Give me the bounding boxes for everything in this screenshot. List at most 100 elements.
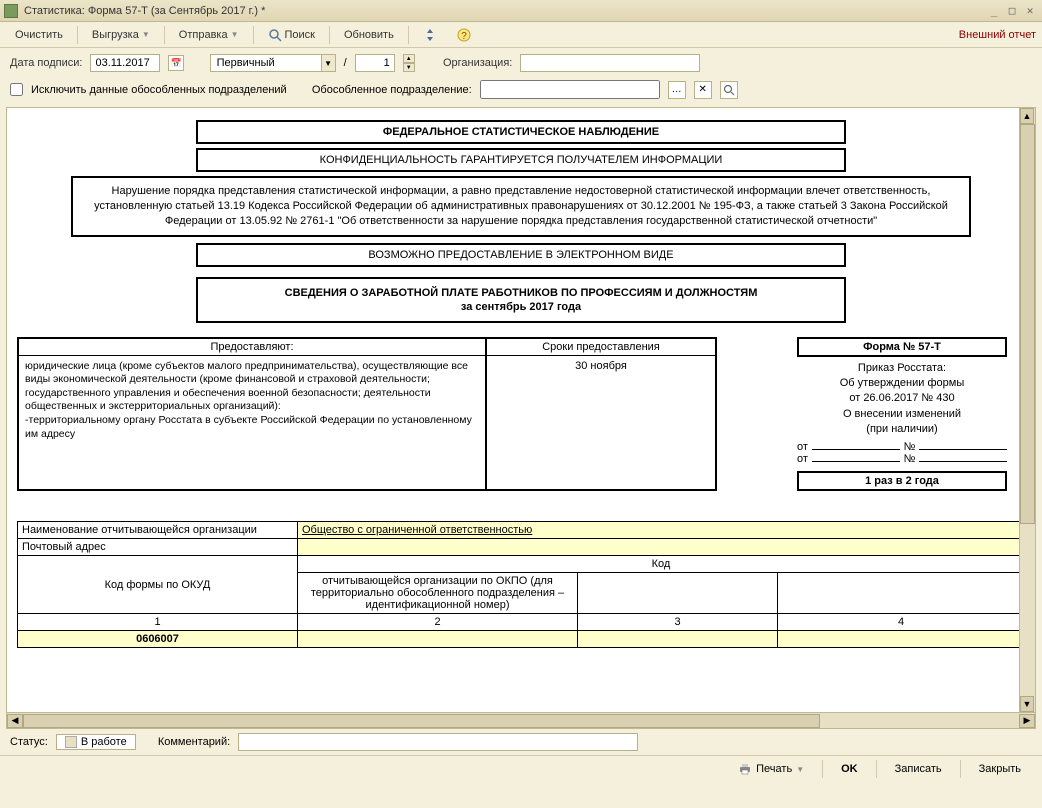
type-select[interactable]: Первичный ▼ [210, 54, 336, 72]
calendar-button[interactable]: 📅 [168, 55, 184, 71]
okud-value: 0606007 [18, 631, 298, 648]
toolbar: Очистить Выгрузка▼ Отправка▼ Поиск Обнов… [0, 22, 1042, 48]
title-box: СВЕДЕНИЯ О ЗАРАБОТНОЙ ПЛАТЕ РАБОТНИКОВ П… [196, 277, 846, 323]
org-label: Организация: [443, 57, 512, 69]
status-value: В работе [81, 736, 127, 748]
titlebar: Статистика: Форма 57-Т (за Сентябрь 2017… [0, 0, 1042, 22]
status-badge[interactable]: В работе [56, 734, 136, 750]
status-bar: Статус: В работе Комментарий: [0, 729, 1042, 755]
okpo-cell[interactable] [298, 631, 578, 648]
table-row: Наименование отчитывающейся организации … [18, 522, 1025, 539]
chevron-down-icon: ▼ [142, 30, 150, 39]
comment-label: Комментарий: [158, 736, 230, 748]
svg-text:?: ? [461, 31, 467, 42]
subdiv-label: Обособленное подразделение: [312, 84, 472, 96]
frequency-box: 1 раз в 2 года [797, 471, 1007, 491]
horizontal-scrollbar[interactable]: ◀ ▶ [7, 712, 1035, 728]
expand-icon [423, 28, 437, 42]
sequence-input[interactable] [355, 54, 395, 72]
maximize-button[interactable]: □ [1004, 4, 1020, 18]
exclude-label: Исключить данные обособленных подразделе… [31, 84, 287, 96]
date-input[interactable] [90, 54, 160, 72]
status-label: Статус: [10, 736, 48, 748]
order-info: Приказ Росстата: Об утверждении формы от… [797, 357, 1007, 442]
scroll-thumb[interactable] [23, 714, 820, 728]
save-button[interactable]: Записать [884, 760, 953, 778]
warning-box: Нарушение порядка представления статисти… [71, 176, 971, 237]
spin-down[interactable]: ▼ [403, 63, 415, 72]
printer-icon [738, 763, 752, 775]
provide-header: Предоставляют: [19, 339, 485, 356]
window-title: Статистика: Форма 57-Т (за Сентябрь 2017… [24, 5, 984, 17]
okud-label: Код формы по ОКУД [18, 556, 298, 614]
export-button[interactable]: Выгрузка▼ [83, 26, 159, 44]
exclude-checkbox[interactable] [10, 83, 23, 96]
help-button[interactable]: ? [448, 25, 480, 45]
scroll-track[interactable] [1020, 124, 1035, 696]
scroll-up-button[interactable]: ▲ [1020, 108, 1034, 124]
comment-input[interactable] [238, 733, 638, 751]
footer-bar: Печать▼ OK Записать Закрыть [0, 755, 1042, 782]
form-period: за сентябрь 2017 года [206, 301, 836, 313]
table-row: Почтовый адрес [18, 539, 1025, 556]
search-icon [723, 84, 735, 96]
document-content: ФЕДЕРАЛЬНОЕ СТАТИСТИЧЕСКОЕ НАБЛЮДЕНИЕ КО… [7, 108, 1035, 716]
status-icon [65, 736, 77, 748]
browse-button[interactable]: … [668, 81, 686, 99]
external-report-link[interactable]: Внешний отчет [959, 29, 1036, 41]
order-dates: от№ от№ [797, 441, 1007, 465]
document-area: ФЕДЕРАЛЬНОЕ СТАТИСТИЧЕСКОЕ НАБЛЮДЕНИЕ КО… [6, 107, 1036, 729]
scroll-left-button[interactable]: ◀ [7, 714, 23, 728]
scroll-track[interactable] [23, 714, 1019, 728]
send-button[interactable]: Отправка▼ [170, 26, 248, 44]
expand-button[interactable] [414, 25, 446, 45]
filter-bar-2: Исключить данные обособленных подразделе… [0, 78, 1042, 107]
postal-cell[interactable] [298, 539, 1025, 556]
provide-body: юридические лица (кроме субъектов малого… [19, 356, 485, 446]
table-row: 0606007 [18, 631, 1025, 648]
header-box-2: КОНФИДЕНЦИАЛЬНОСТЬ ГАРАНТИРУЕТСЯ ПОЛУЧАТ… [196, 148, 846, 172]
spin-up[interactable]: ▲ [403, 54, 415, 63]
form-title: СВЕДЕНИЯ О ЗАРАБОТНОЙ ПЛАТЕ РАБОТНИКОВ П… [206, 287, 836, 299]
calendar-icon: 📅 [171, 58, 182, 69]
chevron-down-icon: ▼ [321, 55, 335, 71]
scroll-right-button[interactable]: ▶ [1019, 714, 1035, 728]
code4-cell[interactable] [778, 631, 1025, 648]
help-icon: ? [457, 28, 471, 42]
header-box-1: ФЕДЕРАЛЬНОЕ СТАТИСТИЧЕСКОЕ НАБЛЮДЕНИЕ [196, 120, 846, 144]
org-input[interactable] [520, 54, 700, 72]
chevron-down-icon: ▼ [231, 30, 239, 39]
code3-cell[interactable] [578, 631, 778, 648]
provide-box: Предоставляют: юридические лица (кроме с… [17, 337, 487, 492]
close-button[interactable]: ✕ [1022, 4, 1038, 18]
search-icon [268, 28, 282, 42]
vertical-scrollbar[interactable]: ▲ ▼ [1019, 108, 1035, 712]
code-header: Код [298, 556, 1025, 573]
filter-bar-1: Дата подписи: 📅 Первичный ▼ / ▲▼ Организ… [0, 48, 1042, 78]
print-button[interactable]: Печать▼ [727, 760, 815, 778]
clear-button[interactable]: Очистить [6, 26, 72, 44]
okpo-label: отчитывающейся организации по ОКПО (для … [298, 573, 578, 614]
type-value: Первичный [211, 57, 281, 69]
search-subdiv-button[interactable] [720, 81, 738, 99]
form-number: Форма № 57-Т [797, 337, 1007, 357]
chevron-down-icon: ▼ [796, 765, 804, 774]
org-name-cell[interactable]: Общество с ограниченной ответственностью [298, 522, 1025, 539]
deadline-header: Сроки предоставления [487, 339, 715, 356]
deadline-box: Сроки предоставления 30 ноября [487, 337, 717, 492]
close-dialog-button[interactable]: Закрыть [968, 760, 1032, 778]
clear-subdiv-button[interactable]: ✕ [694, 81, 712, 99]
ok-button[interactable]: OK [830, 760, 869, 778]
code-cell-3 [578, 573, 778, 614]
minimize-button[interactable]: _ [986, 4, 1002, 18]
scroll-thumb[interactable] [1020, 124, 1035, 524]
sequence-spinner[interactable]: ▲▼ [403, 54, 415, 72]
org-name-label: Наименование отчитывающейся организации [18, 522, 298, 539]
subdiv-input[interactable] [480, 80, 660, 99]
search-button[interactable]: Поиск [259, 25, 324, 45]
refresh-button[interactable]: Обновить [335, 26, 403, 44]
table-row: 1 2 3 4 [18, 614, 1025, 631]
app-icon [4, 4, 18, 18]
scroll-down-button[interactable]: ▼ [1020, 696, 1034, 712]
org-table: Наименование отчитывающейся организации … [17, 521, 1025, 648]
